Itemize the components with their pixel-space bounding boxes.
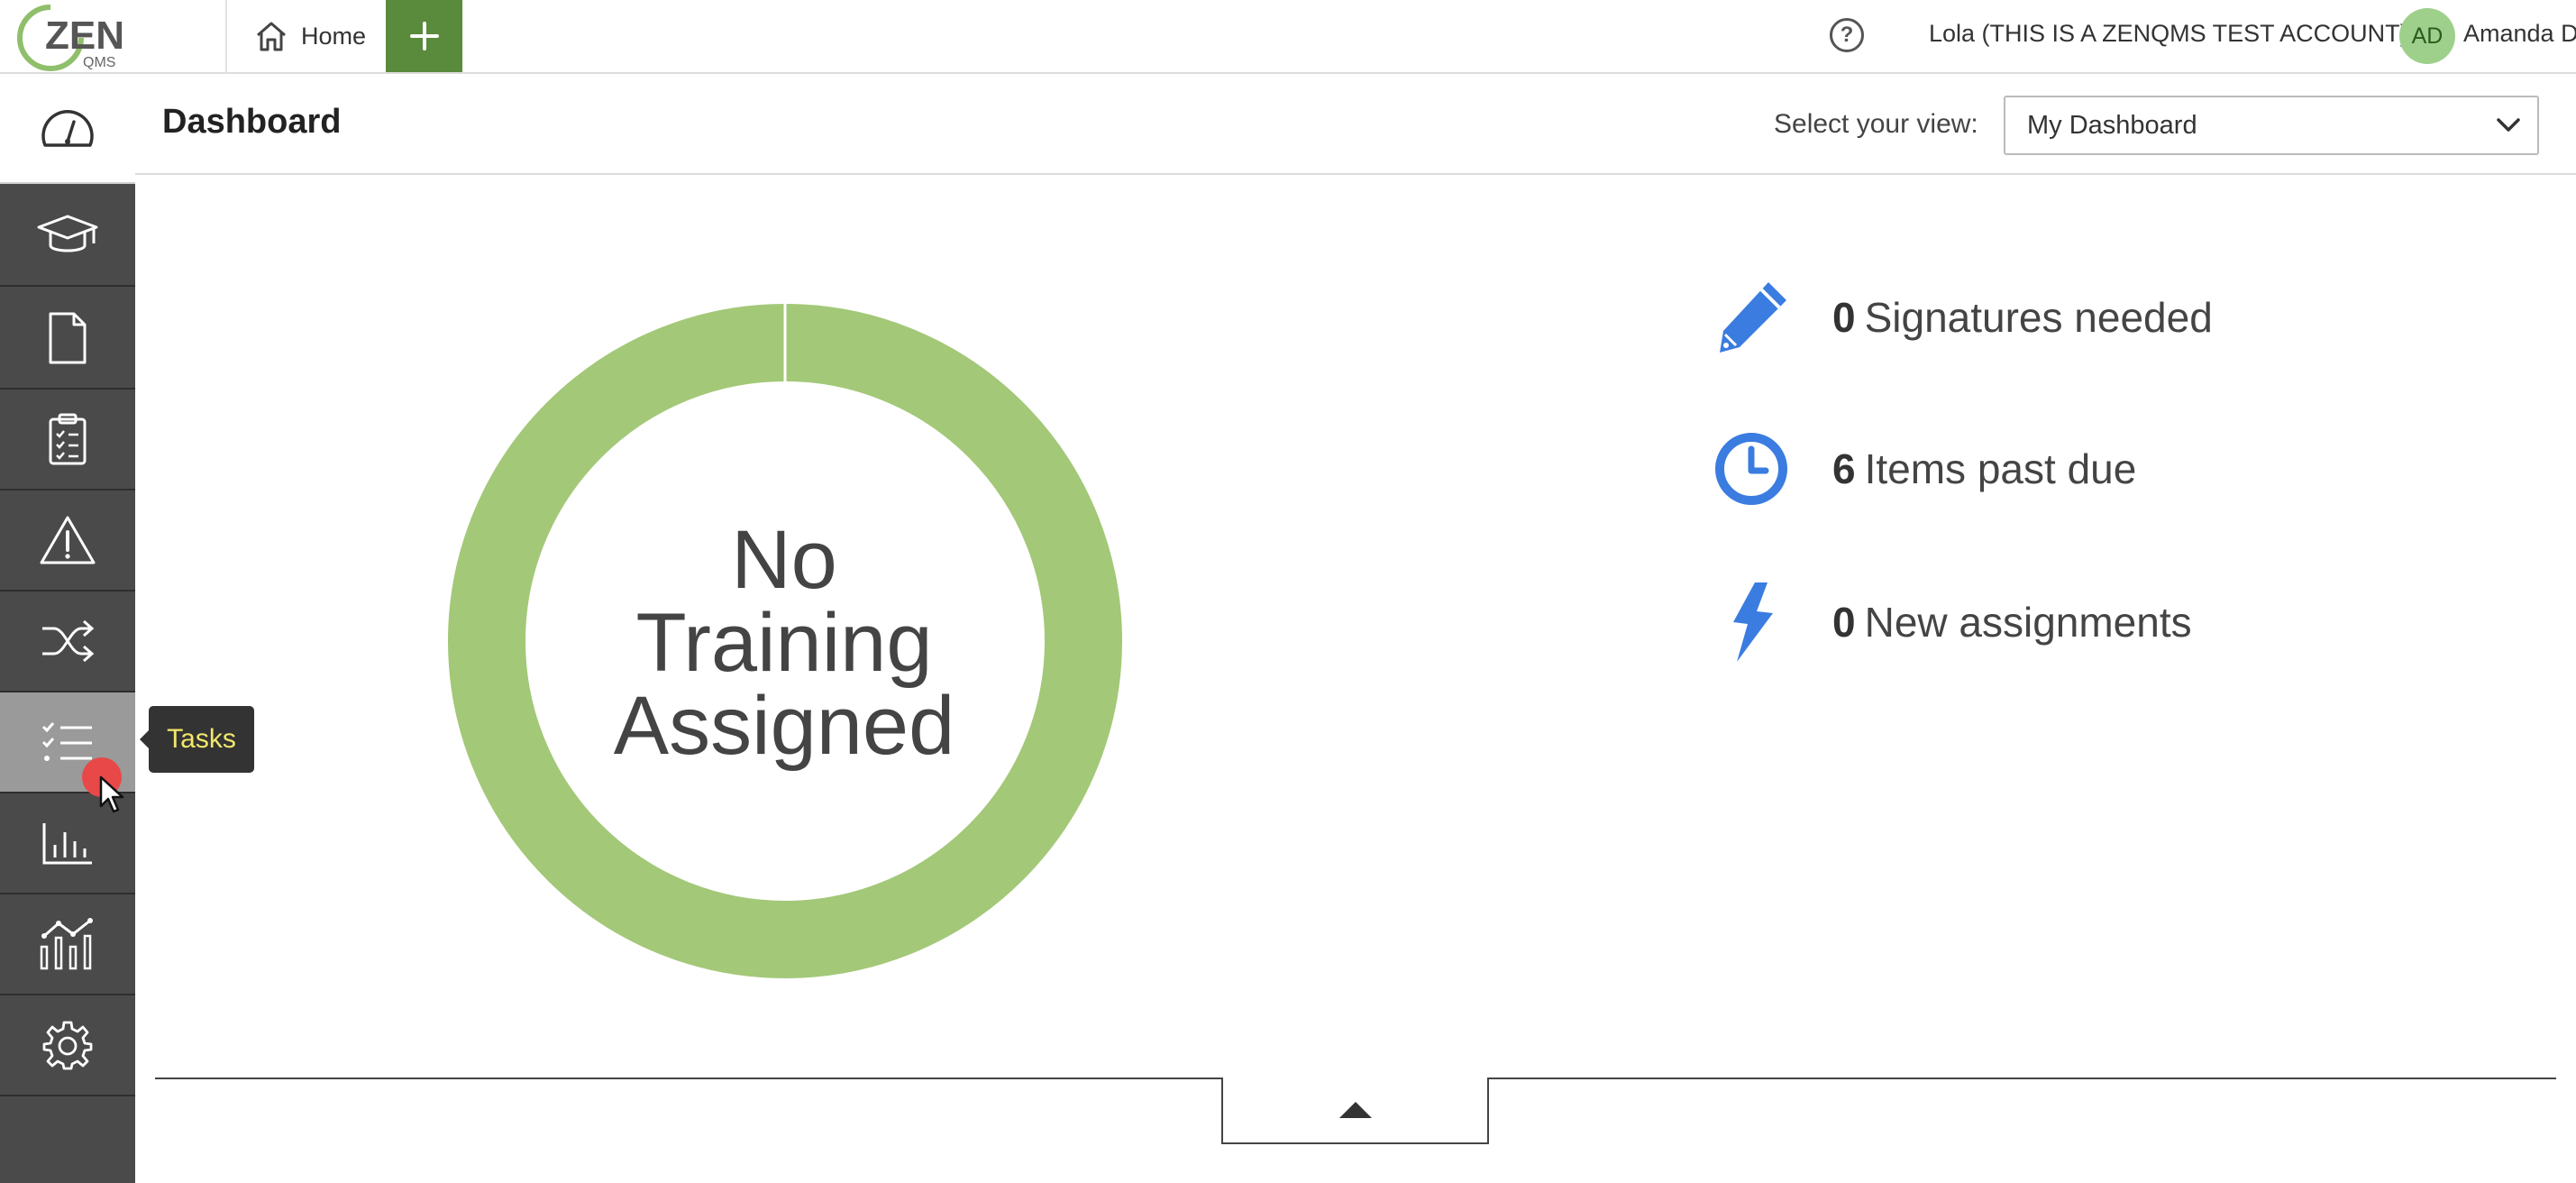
pencil-icon <box>1708 275 1794 361</box>
page-title: Dashboard <box>162 103 342 141</box>
page-header: Dashboard Select your view: My Dashboard <box>135 76 2576 175</box>
lightning-icon <box>1708 580 1794 665</box>
sidebar-item-documents[interactable] <box>0 289 135 390</box>
avatar[interactable]: AD <box>2399 8 2455 64</box>
shuffle-icon <box>42 619 95 663</box>
logo-text: ZEN <box>45 14 124 58</box>
sidebar-item-change-control[interactable] <box>0 592 135 692</box>
mouse-cursor-icon <box>99 775 124 813</box>
stat-signatures[interactable]: 0 Signatures needed <box>1708 272 2213 362</box>
logo-subtext: QMS <box>83 55 115 70</box>
checklist-icon <box>41 722 92 761</box>
bar-chart-icon <box>42 823 92 865</box>
view-select-label: Select your view: <box>1774 109 1978 139</box>
account-label[interactable]: Lola (THIS IS A ZENQMS TEST ACCOUNT) <box>1929 20 2408 48</box>
caret-up-icon <box>1338 1102 1372 1118</box>
sidebar-item-issues[interactable] <box>0 491 135 592</box>
gear-icon <box>42 1021 93 1070</box>
sidebar-item-training[interactable] <box>0 186 135 287</box>
sidebar-item-settings[interactable] <box>0 995 135 1096</box>
tooltip-text: Tasks <box>167 724 236 754</box>
donut-text-line-3: Assigned <box>613 680 955 772</box>
view-select-value: My Dashboard <box>2027 110 2197 140</box>
clock-icon <box>1708 426 1794 512</box>
line-bar-chart-icon <box>40 918 93 970</box>
plus-icon <box>409 22 439 50</box>
view-select-dropdown[interactable]: My Dashboard <box>2004 96 2539 155</box>
collapse-panel-button[interactable] <box>1221 1078 1489 1144</box>
sidebar-item-dashboard[interactable] <box>0 76 135 184</box>
top-bar: ZEN QMS Home ? Lola (THIS IS A ZENQMS TE… <box>0 0 2576 74</box>
speedometer-icon <box>41 110 94 147</box>
tasks-tooltip: Tasks <box>140 706 254 773</box>
document-icon <box>49 312 87 364</box>
chevron-down-icon <box>2497 118 2520 132</box>
home-icon <box>257 22 286 51</box>
stat-past-due[interactable]: 6 Items past due <box>1708 424 2136 514</box>
donut-center-text: No Training Assigned <box>541 518 1028 767</box>
stat-new-assignments-count: 0 <box>1832 599 1856 646</box>
donut-text-line-1: No <box>731 514 837 606</box>
add-tab-button[interactable] <box>386 0 462 72</box>
sidebar <box>0 76 135 1183</box>
graduation-cap-icon <box>37 215 98 252</box>
stat-past-due-label: Items past due <box>1864 445 2137 492</box>
home-tab[interactable]: Home <box>242 0 384 72</box>
zenqms-logo[interactable]: ZEN QMS <box>0 0 227 74</box>
sidebar-item-analytics[interactable] <box>0 894 135 995</box>
help-icon[interactable]: ? <box>1830 18 1864 52</box>
stat-new-assignments-label: New assignments <box>1864 599 2192 646</box>
home-tab-label: Home <box>301 22 367 50</box>
clipboard-checklist-icon <box>49 413 87 465</box>
warning-icon <box>40 516 96 564</box>
donut-text-line-2: Training <box>635 597 933 689</box>
stat-signatures-count: 0 <box>1832 294 1856 341</box>
stat-new-assignments[interactable]: 0 New assignments <box>1708 577 2192 667</box>
stat-signatures-label: Signatures needed <box>1864 294 2213 341</box>
sidebar-item-audits[interactable] <box>0 390 135 491</box>
user-name[interactable]: Amanda D <box>2463 20 2576 48</box>
logo-mark: ZEN QMS <box>17 5 124 71</box>
stat-past-due-count: 6 <box>1832 445 1856 492</box>
